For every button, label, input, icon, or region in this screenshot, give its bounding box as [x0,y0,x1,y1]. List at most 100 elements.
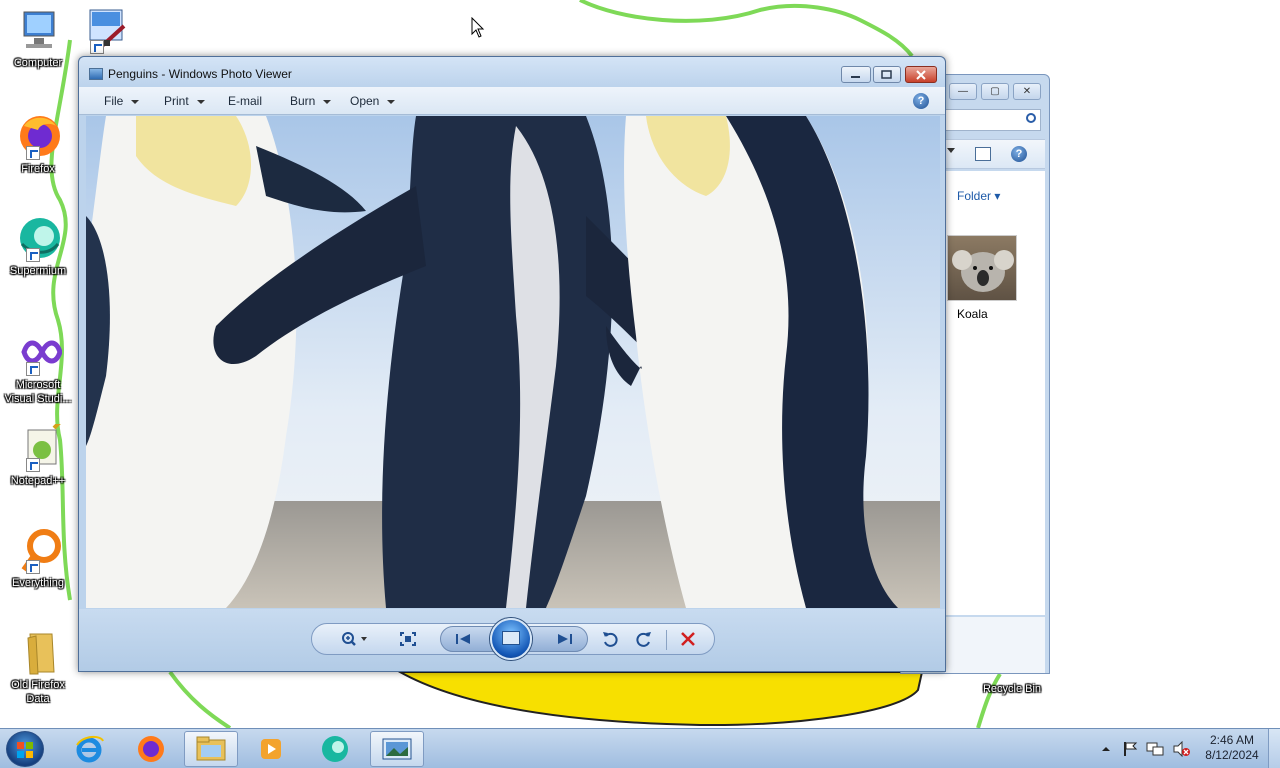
help-icon[interactable]: ? [1011,146,1027,162]
close-button[interactable] [905,66,937,83]
internet-explorer-icon [76,735,104,763]
menu-burn[interactable]: Burn [290,94,332,108]
menu-label: Burn [290,94,316,108]
volume-muted-icon[interactable] [1172,741,1190,757]
slideshow-icon [502,631,520,645]
menu-open[interactable]: Open [350,94,396,108]
taskbar: 2:46 AM 8/12/2024 [0,728,1280,768]
rotate-right-button[interactable] [632,628,656,650]
taskbar-media-player[interactable] [244,731,298,767]
desktop-icon-old-firefox-data[interactable]: Old Firefox Data [0,628,76,706]
title-bar[interactable]: Penguins - Windows Photo Viewer [79,57,945,87]
taskbar-internet-explorer[interactable] [62,731,116,767]
menu-email[interactable]: E-mail [228,94,262,108]
desktop-icon-label: Old Firefox Data [11,679,65,705]
previous-button[interactable] [451,628,475,650]
desktop-icon-firefox[interactable]: Firefox [0,112,76,176]
menu-label: Print [164,94,189,108]
photo-viewer-window[interactable]: Penguins - Windows Photo Viewer File Pri… [78,56,946,672]
desktop-icon-label: Recycle Bin [982,683,1042,695]
minimize-icon [851,75,860,78]
taskbar-firefox[interactable] [124,731,178,767]
penguins-image[interactable] [86,116,940,608]
explorer-search-input[interactable] [945,109,1041,131]
zoom-button[interactable] [338,628,372,650]
rotate-right-icon [636,632,651,647]
explorer-window-controls: — ▢ ✕ [945,83,1041,101]
search-icon [1026,113,1036,123]
clock[interactable]: 2:46 AM 8/12/2024 [1192,733,1272,763]
close-button[interactable]: ✕ [1013,83,1041,100]
desktop-icon-visual-studio[interactable]: Microsoft Visual Studi... [0,328,76,406]
everything-icon [14,526,62,574]
chevron-down-icon[interactable] [947,148,955,153]
minimize-button[interactable]: — [949,83,977,100]
help-button[interactable]: ? [913,93,929,109]
maximize-button[interactable]: ▢ [981,83,1009,100]
menu-file[interactable]: File [104,94,140,108]
desktop-icon-label: Microsoft Visual Studi... [4,379,72,405]
preview-pane-icon[interactable] [975,147,991,161]
desktop-icon-label: Everything [12,577,64,589]
taskbar-supermium[interactable] [308,731,362,767]
window-title: Penguins - Windows Photo Viewer [108,67,292,81]
network-icon[interactable] [1146,741,1164,757]
menu-label: Open [350,94,380,108]
paint-icon [78,6,126,54]
taskbar-explorer[interactable] [184,731,238,767]
shortcut-arrow-icon [90,40,104,54]
supermium-icon [14,214,62,262]
visual-studio-icon [14,328,63,376]
chevron-down-icon [196,99,205,104]
clock-date: 8/12/2024 [1205,748,1259,762]
explorer-content: Folder ▾ Koala [945,171,1045,615]
taskbar-photo-viewer[interactable] [370,731,424,767]
desktop-icon-label: Firefox [21,163,55,175]
zoom-icon [342,632,367,646]
desktop-icon-paint-shortcut[interactable] [72,6,132,54]
next-button[interactable] [553,628,577,650]
maximize-icon [881,69,892,79]
start-button[interactable] [6,731,44,767]
media-player-icon [261,739,281,759]
shortcut-arrow-icon [26,458,40,472]
show-desktop-button[interactable] [1268,729,1280,768]
photo-viewer-icon [382,738,412,760]
menu-label: File [104,94,124,108]
delete-icon [681,632,695,646]
shortcut-arrow-icon [26,248,40,262]
menu-label: E-mail [228,94,263,108]
actual-size-icon [400,632,416,646]
computer-icon [14,6,62,54]
desktop-icon-supermium[interactable]: Supermium [0,214,76,278]
show-hidden-icon[interactable] [1100,743,1112,755]
maximize-button[interactable] [873,66,901,83]
desktop: Computer Firefox Supermium Microsoft Vis… [0,0,1280,728]
actual-size-button[interactable] [396,628,420,650]
separator [666,630,667,650]
koala-thumbnail[interactable] [947,235,1017,301]
menu-print[interactable]: Print [164,94,205,108]
firefox-icon [138,736,164,762]
action-center-flag-icon[interactable] [1122,741,1138,757]
shortcut-arrow-icon [26,560,40,574]
clock-time: 2:46 AM [1209,733,1255,747]
folder-sort-button[interactable]: Folder ▾ [957,189,1000,203]
explorer-toolbar: ? [945,139,1045,169]
shortcut-arrow-icon [26,362,40,376]
windows-logo-icon [17,742,33,758]
folder-icon [14,628,62,676]
next-icon [558,634,572,644]
desktop-icon-notepadpp[interactable]: Notepad++ [0,414,76,488]
chevron-down-icon [323,99,332,104]
desktop-icon-label: Computer [13,57,63,69]
minimize-button[interactable] [841,66,871,83]
desktop-icon-everything[interactable]: Everything [0,526,76,590]
desktop-icon-computer[interactable]: Computer [0,6,76,70]
rotate-left-button[interactable] [598,628,622,650]
slideshow-button[interactable] [490,618,532,660]
delete-button[interactable] [676,628,700,650]
mouse-cursor-icon [471,17,485,38]
menu-bar: File Print E-mail Burn Open ? [79,87,945,115]
shortcut-arrow-icon [26,146,40,160]
